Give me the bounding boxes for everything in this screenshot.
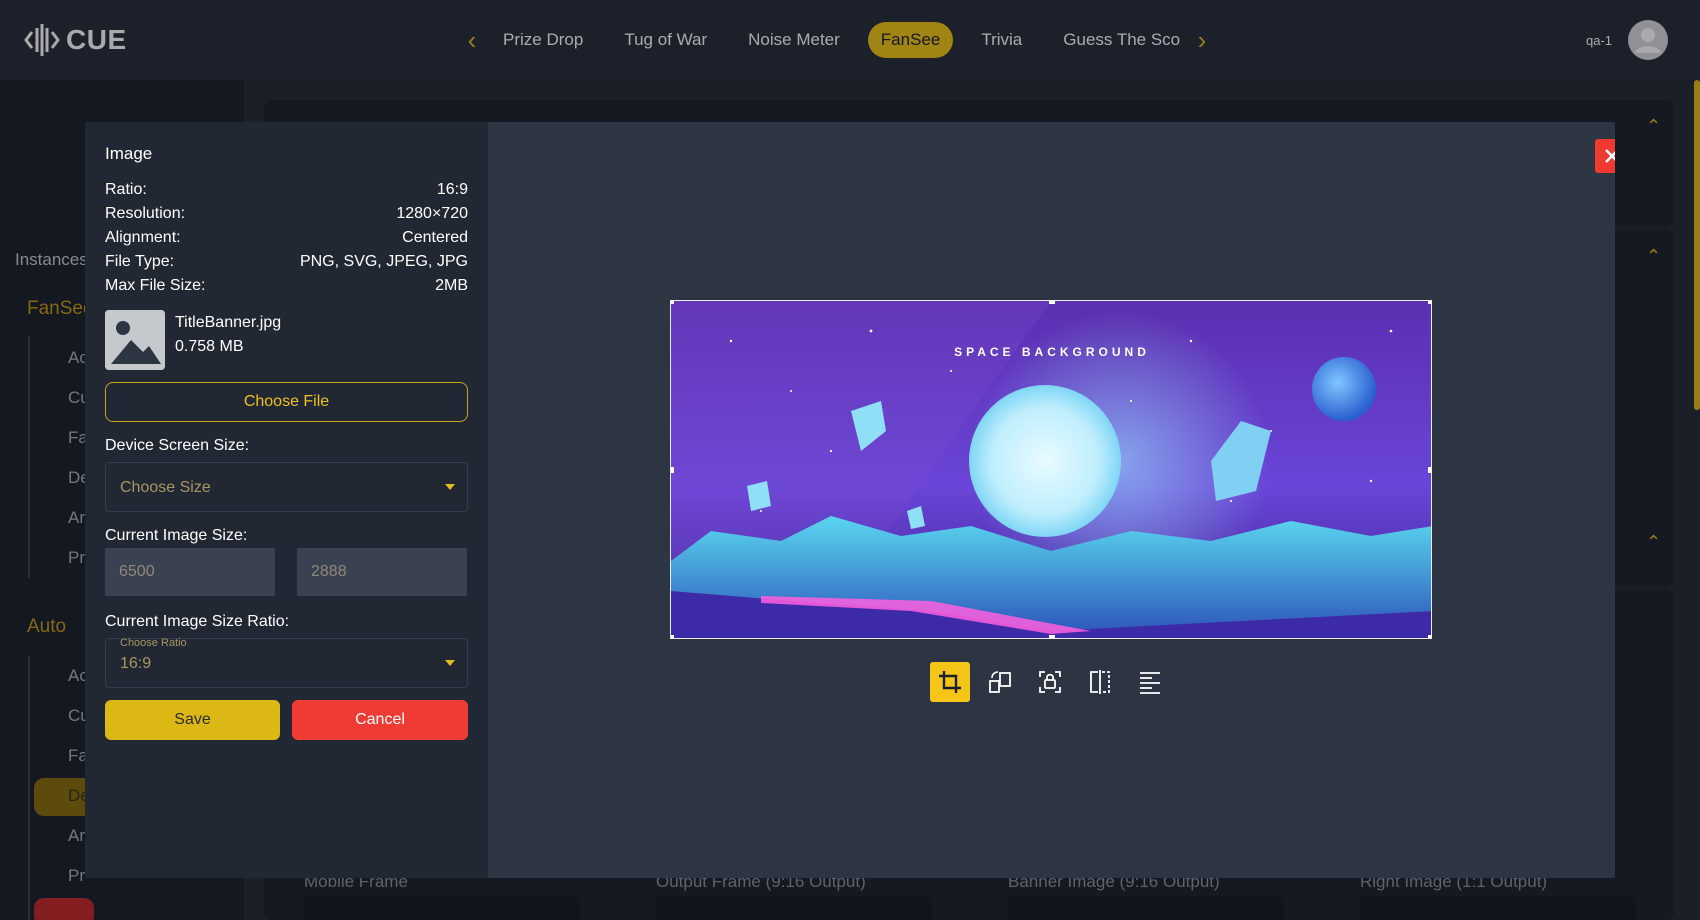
image-settings-panel: Image Ratio: 16:9 Resolution: 1280×720 A… <box>85 122 488 878</box>
crop-canvas[interactable]: SPACE BACKGROUND <box>670 300 1432 639</box>
rotate-icon <box>989 671 1011 693</box>
flip-icon <box>1090 670 1110 694</box>
image-width-input[interactable] <box>105 548 275 596</box>
info-alignment: Alignment: Centered <box>105 229 468 247</box>
file-size: 0.758 MB <box>175 338 244 355</box>
crop-tool-button[interactable] <box>930 662 970 702</box>
lock-aspect-tool-button[interactable] <box>1030 662 1070 702</box>
caret-down-icon <box>445 660 455 666</box>
lock-aspect-icon <box>1039 671 1061 693</box>
ratio-float-label: Choose Ratio <box>120 637 187 649</box>
image-placeholder-icon <box>105 310 165 370</box>
device-size-select[interactable]: Choose Size <box>105 462 468 512</box>
current-size-label: Current Image Size: <box>105 527 248 544</box>
caret-down-icon <box>445 484 455 490</box>
info-label: Alignment: <box>105 229 181 246</box>
image-title-text: SPACE BACKGROUND <box>954 345 1150 359</box>
close-icon <box>1605 149 1615 163</box>
ratio-select[interactable]: Choose Ratio 16:9 <box>105 637 468 688</box>
info-ratio: Ratio: 16:9 <box>105 181 468 199</box>
rotate-tool-button[interactable] <box>980 662 1020 702</box>
info-label: Max File Size: <box>105 277 206 294</box>
info-value: 1280×720 <box>396 205 468 222</box>
file-name: TitleBanner.jpg <box>175 314 282 331</box>
crop-handle[interactable] <box>671 635 674 638</box>
device-size-label: Device Screen Size: <box>105 437 250 454</box>
align-left-icon <box>1140 672 1160 694</box>
crop-handle[interactable] <box>1049 301 1055 304</box>
info-value: Centered <box>402 229 468 246</box>
crop-handle[interactable] <box>1428 467 1431 473</box>
crop-handle[interactable] <box>1428 635 1431 638</box>
panel-title: Image <box>105 144 153 163</box>
info-value: PNG, SVG, JPEG, JPG <box>299 253 468 270</box>
info-label: File Type: <box>105 253 175 270</box>
choose-file-button[interactable]: Choose File <box>105 382 468 422</box>
crop-handle[interactable] <box>671 467 674 473</box>
flip-tool-button[interactable] <box>1080 662 1120 702</box>
image-height-input[interactable] <box>297 548 467 596</box>
editor-toolbar <box>930 662 1170 702</box>
save-button[interactable]: Save <box>105 700 280 740</box>
cancel-button[interactable]: Cancel <box>292 700 468 740</box>
crop-handle[interactable] <box>1428 301 1431 304</box>
crop-handle[interactable] <box>671 301 674 304</box>
close-button[interactable] <box>1595 139 1615 173</box>
info-label: Ratio: <box>105 181 147 198</box>
crop-handle[interactable] <box>1049 635 1055 638</box>
align-tool-button[interactable] <box>1130 662 1170 702</box>
info-value: 16:9 <box>436 181 468 198</box>
device-size-placeholder: Choose Size <box>120 479 211 496</box>
ratio-value: 16:9 <box>120 655 152 672</box>
info-value: 2MB <box>435 277 468 294</box>
info-file-type: File Type: PNG, SVG, JPEG, JPG <box>105 253 468 271</box>
info-label: Resolution: <box>105 205 186 222</box>
ratio-label: Current Image Size Ratio: <box>105 613 290 630</box>
info-max-file-size: Max File Size: 2MB <box>105 277 468 295</box>
crop-icon <box>939 671 961 693</box>
info-resolution: Resolution: 1280×720 <box>105 205 468 223</box>
